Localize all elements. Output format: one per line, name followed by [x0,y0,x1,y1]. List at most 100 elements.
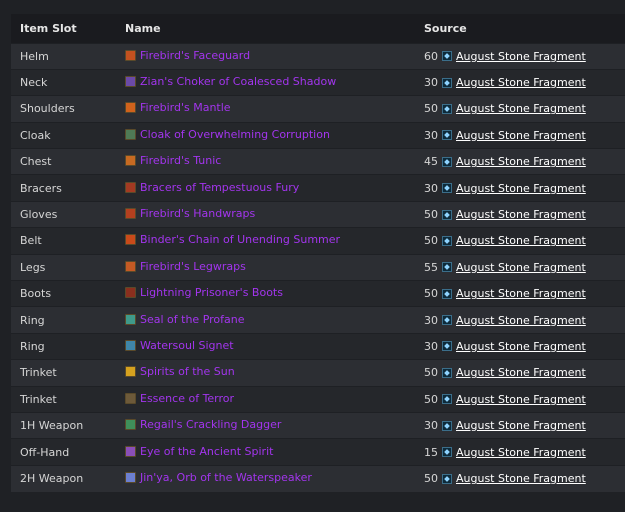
stone-fragment-icon[interactable] [442,473,452,484]
currency-link[interactable]: August Stone Fragment [456,314,586,327]
currency-link[interactable]: August Stone Fragment [456,155,586,168]
item-icon[interactable] [125,76,136,88]
item-link[interactable]: Firebird's Tunic [140,154,221,167]
item-link[interactable]: Firebird's Mantle [140,101,231,114]
currency-link[interactable]: August Stone Fragment [456,472,586,485]
header-name[interactable]: Name [116,14,415,43]
item-link[interactable]: Regail's Crackling Dagger [140,418,281,431]
item-source-cell: 50 August Stone Fragment [415,280,625,307]
table-row: Helm Firebird's Faceguard 60 August Stone F… [11,42,625,70]
item-link[interactable]: Cloak of Overwhelming Corruption [140,128,330,141]
stone-fragment-icon[interactable] [442,367,452,378]
item-source-cell: 50 August Stone Fragment [415,359,625,387]
currency-link[interactable]: August Stone Fragment [456,76,586,89]
item-entry: Essence of Terror [125,392,234,405]
stone-fragment-icon[interactable] [442,262,452,273]
item-link[interactable]: Lightning Prisoner's Boots [140,286,283,299]
currency-link[interactable]: August Stone Fragment [456,261,586,274]
item-entry: Watersoul Signet [125,339,234,352]
stone-fragment-icon[interactable] [442,288,452,299]
item-icon[interactable] [125,128,136,140]
source-entry: 50 August Stone Fragment [424,208,586,221]
item-link[interactable]: Eye of the Ancient Spirit [140,445,273,458]
item-icon[interactable] [125,49,136,61]
currency-link[interactable]: August Stone Fragment [456,234,586,247]
source-entry: 30 August Stone Fragment [424,129,586,142]
item-link[interactable]: Firebird's Faceguard [140,49,250,62]
item-icon[interactable] [125,366,136,378]
header-item-slot[interactable]: Item Slot [11,14,116,43]
item-link[interactable]: Firebird's Legwraps [140,260,246,273]
currency-cost: 50 [424,392,438,406]
currency-link[interactable]: August Stone Fragment [456,182,586,195]
item-link[interactable]: Zian's Choker of Coalesced Shadow [140,75,336,88]
stone-fragment-icon[interactable] [442,77,452,88]
stone-fragment-icon[interactable] [442,394,452,405]
item-icon[interactable] [125,155,136,167]
stone-fragment-icon[interactable] [442,341,452,352]
table-row: Trinket Spirits of the Sun 50 August Stone … [11,359,625,387]
currency-link[interactable]: August Stone Fragment [456,393,586,406]
item-icon[interactable] [125,181,136,193]
item-link[interactable]: Watersoul Signet [140,339,234,352]
stone-fragment-icon[interactable] [442,156,452,167]
item-slot-label: 2H Weapon [20,472,84,486]
stone-fragment-icon[interactable] [442,130,452,141]
currency-cost: 50 [424,234,438,248]
currency-link[interactable]: August Stone Fragment [456,340,586,353]
item-slot-cell: Bracers [11,174,116,202]
currency-link[interactable]: August Stone Fragment [456,287,586,300]
item-link[interactable]: Bracers of Tempestuous Fury [140,181,299,194]
item-entry: Binder's Chain of Unending Summer [125,233,340,246]
currency-link[interactable]: August Stone Fragment [456,129,586,142]
table-row: Bracers Bracers of Tempestuous Fury 30 Augu… [11,174,625,202]
item-icon[interactable] [125,102,136,114]
item-name-cell: Cloak of Overwhelming Corruption [116,121,415,149]
stone-fragment-icon[interactable] [442,447,452,458]
source-entry: 45 August Stone Fragment [424,155,586,168]
item-icon[interactable] [125,419,136,431]
source-entry: 50 August Stone Fragment [424,287,586,300]
item-slot-label: Trinket [20,392,57,406]
item-link[interactable]: Essence of Terror [140,392,234,405]
source-entry: 15 August Stone Fragment [424,446,586,459]
item-entry: Jin'ya, Orb of the Waterspeaker [125,471,312,484]
table-row: Boots Lightning Prisoner's Boots 50 August … [11,280,625,307]
item-icon[interactable] [125,260,136,272]
table-row: Gloves Firebird's Handwraps 50 August Stone… [11,200,625,228]
currency-link[interactable]: August Stone Fragment [456,366,586,379]
item-icon[interactable] [125,287,136,299]
item-link[interactable]: Firebird's Handwraps [140,207,255,220]
header-source[interactable]: Source [415,14,625,43]
item-link[interactable]: Spirits of the Sun [140,365,235,378]
source-entry: 30 August Stone Fragment [424,419,586,432]
item-icon[interactable] [125,234,136,246]
item-icon[interactable] [125,313,136,325]
item-link[interactable]: Binder's Chain of Unending Summer [140,233,340,246]
item-icon[interactable] [125,392,136,404]
stone-fragment-icon[interactable] [442,51,452,62]
stone-fragment-icon[interactable] [442,103,452,114]
item-slot-cell: 1H Weapon [11,411,116,439]
stone-fragment-icon[interactable] [442,235,452,246]
currency-link[interactable]: August Stone Fragment [456,102,586,115]
item-slot-cell: Trinket [11,385,116,413]
item-link[interactable]: Jin'ya, Orb of the Waterspeaker [140,471,312,484]
item-icon[interactable] [125,472,136,484]
currency-link[interactable]: August Stone Fragment [456,446,586,459]
item-icon[interactable] [125,208,136,220]
currency-cost: 30 [424,419,438,433]
stone-fragment-icon[interactable] [442,183,452,194]
item-name-cell: Spirits of the Sun [116,359,415,387]
stone-fragment-icon[interactable] [442,209,452,220]
currency-link[interactable]: August Stone Fragment [456,208,586,221]
item-link[interactable]: Seal of the Profane [140,313,245,326]
currency-link[interactable]: August Stone Fragment [456,50,586,63]
stone-fragment-icon[interactable] [442,420,452,431]
currency-link[interactable]: August Stone Fragment [456,419,586,432]
stone-fragment-icon[interactable] [442,315,452,326]
item-icon[interactable] [125,339,136,351]
item-name-cell: Watersoul Signet [116,332,415,360]
item-icon[interactable] [125,445,136,457]
item-source-cell: 50 August Stone Fragment [415,200,625,228]
